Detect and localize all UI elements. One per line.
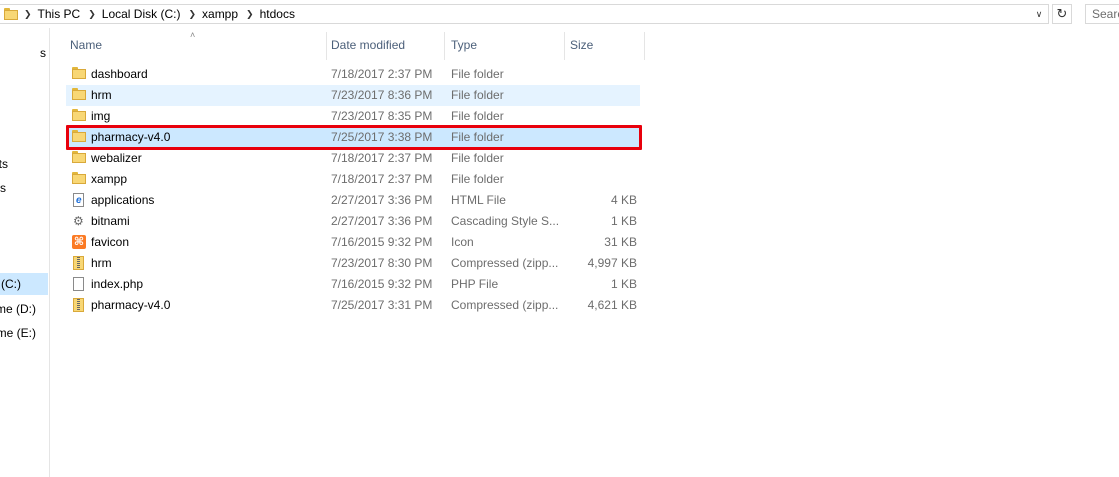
folder-icon bbox=[72, 151, 86, 166]
file-date: 7/23/2017 8:30 PM bbox=[331, 256, 433, 270]
file-date: 7/16/2015 9:32 PM bbox=[331, 235, 433, 249]
chevron-right-icon[interactable]: ❯ bbox=[186, 5, 198, 23]
folder-icon bbox=[72, 88, 86, 103]
column-header-size[interactable]: Size bbox=[564, 28, 644, 62]
css-file-icon: ⚙ bbox=[73, 214, 84, 228]
file-type: Compressed (zipp... bbox=[451, 298, 559, 312]
nav-item-volume-e[interactable]: me (E:) bbox=[0, 322, 48, 344]
html-file-icon: e bbox=[72, 193, 86, 208]
nav-item-label: me (D:) bbox=[0, 302, 36, 316]
search-input[interactable]: Search bbox=[1085, 4, 1119, 24]
folder-icon bbox=[72, 172, 86, 187]
file-name: webalizer bbox=[91, 151, 142, 165]
file-row[interactable]: hrm 7/23/2017 8:36 PM File folder bbox=[66, 85, 640, 106]
file-date: 7/16/2015 9:32 PM bbox=[331, 277, 433, 291]
file-size: 4,621 KB bbox=[587, 298, 637, 312]
file-size: 4,997 KB bbox=[587, 256, 637, 270]
file-type: File folder bbox=[451, 151, 504, 165]
file-type: HTML File bbox=[451, 193, 506, 207]
file-row[interactable]: ⚙ bitnami 2/27/2017 3:36 PM Cascading St… bbox=[66, 211, 640, 232]
file-row[interactable]: index.php 7/16/2015 9:32 PM PHP File 1 K… bbox=[66, 274, 640, 295]
file-row[interactable]: dashboard 7/18/2017 2:37 PM File folder bbox=[66, 64, 640, 85]
file-type: File folder bbox=[451, 88, 504, 102]
file-date: 2/27/2017 3:36 PM bbox=[331, 193, 433, 207]
file-size: 4 KB bbox=[610, 193, 637, 207]
folder-icon bbox=[72, 109, 86, 124]
refresh-button[interactable]: ↻ bbox=[1052, 4, 1072, 24]
file-name: index.php bbox=[91, 277, 144, 291]
column-header-date-modified[interactable]: Date modified bbox=[325, 28, 445, 62]
file-row[interactable]: ⌘ favicon 7/16/2015 9:32 PM Icon 31 KB bbox=[66, 232, 640, 253]
file-date: 7/18/2017 2:37 PM bbox=[331, 67, 433, 81]
file-name: dashboard bbox=[91, 67, 148, 81]
file-name: hrm bbox=[91, 88, 112, 102]
search-placeholder: Search bbox=[1092, 7, 1119, 21]
nav-item-label: (C:) bbox=[1, 277, 21, 291]
file-date: 7/23/2017 8:36 PM bbox=[331, 88, 433, 102]
nav-item-volume-d[interactable]: me (D:) bbox=[0, 298, 48, 320]
folder-icon bbox=[72, 67, 86, 82]
nav-item[interactable]: s bbox=[0, 42, 48, 64]
nav-item[interactable]: ts bbox=[0, 153, 48, 175]
file-name: hrm bbox=[91, 256, 112, 270]
file-type: File folder bbox=[451, 67, 504, 81]
file-name: xampp bbox=[91, 172, 128, 186]
column-headers: ˄ Name Date modified Type Size bbox=[50, 28, 650, 64]
file-type: Icon bbox=[451, 235, 474, 249]
file-type: Compressed (zipp... bbox=[451, 256, 559, 270]
file-name: bitnami bbox=[91, 214, 130, 228]
file-size: 1 KB bbox=[610, 214, 637, 228]
nav-item[interactable]: s bbox=[0, 177, 48, 199]
address-bar: ❯ This PC ❯ Local Disk (C:) ❯ xampp ❯ ht… bbox=[0, 0, 1119, 28]
chevron-right-icon[interactable]: ❯ bbox=[86, 5, 98, 23]
file-type: PHP File bbox=[451, 277, 499, 291]
xampp-icon: ⌘ bbox=[72, 235, 86, 249]
folder-icon bbox=[4, 8, 20, 21]
file-date: 2/27/2017 3:36 PM bbox=[331, 214, 433, 228]
file-type: File folder bbox=[451, 172, 504, 186]
file-icon bbox=[72, 277, 86, 292]
breadcrumb-htdocs[interactable]: htdocs bbox=[256, 5, 301, 23]
file-type: Cascading Style S... bbox=[451, 214, 559, 228]
column-header-type[interactable]: Type bbox=[445, 28, 565, 62]
file-date: 7/23/2017 8:35 PM bbox=[331, 109, 433, 123]
file-date: 7/18/2017 2:37 PM bbox=[331, 172, 433, 186]
address-field[interactable]: ❯ This PC ❯ Local Disk (C:) ❯ xampp ❯ ht… bbox=[0, 4, 1049, 24]
zip-icon bbox=[72, 298, 86, 313]
breadcrumb: ❯ This PC ❯ Local Disk (C:) ❯ xampp ❯ ht… bbox=[22, 5, 301, 23]
file-row[interactable]: e applications 2/27/2017 3:36 PM HTML Fi… bbox=[66, 190, 640, 211]
nav-item-label: s bbox=[40, 46, 46, 60]
file-size: 1 KB bbox=[610, 277, 637, 291]
file-size: 31 KB bbox=[604, 235, 637, 249]
file-name: applications bbox=[91, 193, 155, 207]
highlight-annotation bbox=[66, 125, 642, 150]
file-date: 7/25/2017 3:31 PM bbox=[331, 298, 433, 312]
column-header-name[interactable]: Name bbox=[64, 28, 326, 62]
file-date: 7/18/2017 2:37 PM bbox=[331, 151, 433, 165]
file-row[interactable]: pharmacy-v4.0 7/25/2017 3:31 PM Compress… bbox=[66, 295, 640, 316]
file-row[interactable]: webalizer 7/18/2017 2:37 PM File folder bbox=[66, 148, 640, 169]
file-name: img bbox=[91, 109, 111, 123]
chevron-down-icon[interactable]: ∨ bbox=[1030, 5, 1048, 23]
breadcrumb-xampp[interactable]: xampp bbox=[198, 5, 244, 23]
nav-item-label: me (E:) bbox=[0, 326, 36, 340]
navigation-pane: s ts s (C:) me (D:) me (E:) bbox=[0, 28, 50, 477]
file-type: File folder bbox=[451, 109, 504, 123]
file-row[interactable]: img 7/23/2017 8:35 PM File folder bbox=[66, 106, 640, 127]
nav-item-label: s bbox=[0, 181, 6, 195]
refresh-icon: ↻ bbox=[1056, 6, 1068, 21]
nav-item-local-disk-c[interactable]: (C:) bbox=[0, 273, 48, 295]
nav-item-label: ts bbox=[0, 157, 8, 171]
file-name: favicon bbox=[91, 235, 130, 249]
file-row[interactable]: hrm 7/23/2017 8:30 PM Compressed (zipp..… bbox=[66, 253, 640, 274]
file-row[interactable]: xampp 7/18/2017 2:37 PM File folder bbox=[66, 169, 640, 190]
file-name: pharmacy-v4.0 bbox=[91, 298, 171, 312]
breadcrumb-local-disk[interactable]: Local Disk (C:) bbox=[98, 5, 187, 23]
chevron-right-icon[interactable]: ❯ bbox=[22, 5, 34, 23]
chevron-right-icon[interactable]: ❯ bbox=[244, 5, 256, 23]
zip-icon bbox=[72, 256, 86, 271]
breadcrumb-this-pc[interactable]: This PC bbox=[34, 5, 87, 23]
column-divider[interactable] bbox=[644, 32, 645, 60]
